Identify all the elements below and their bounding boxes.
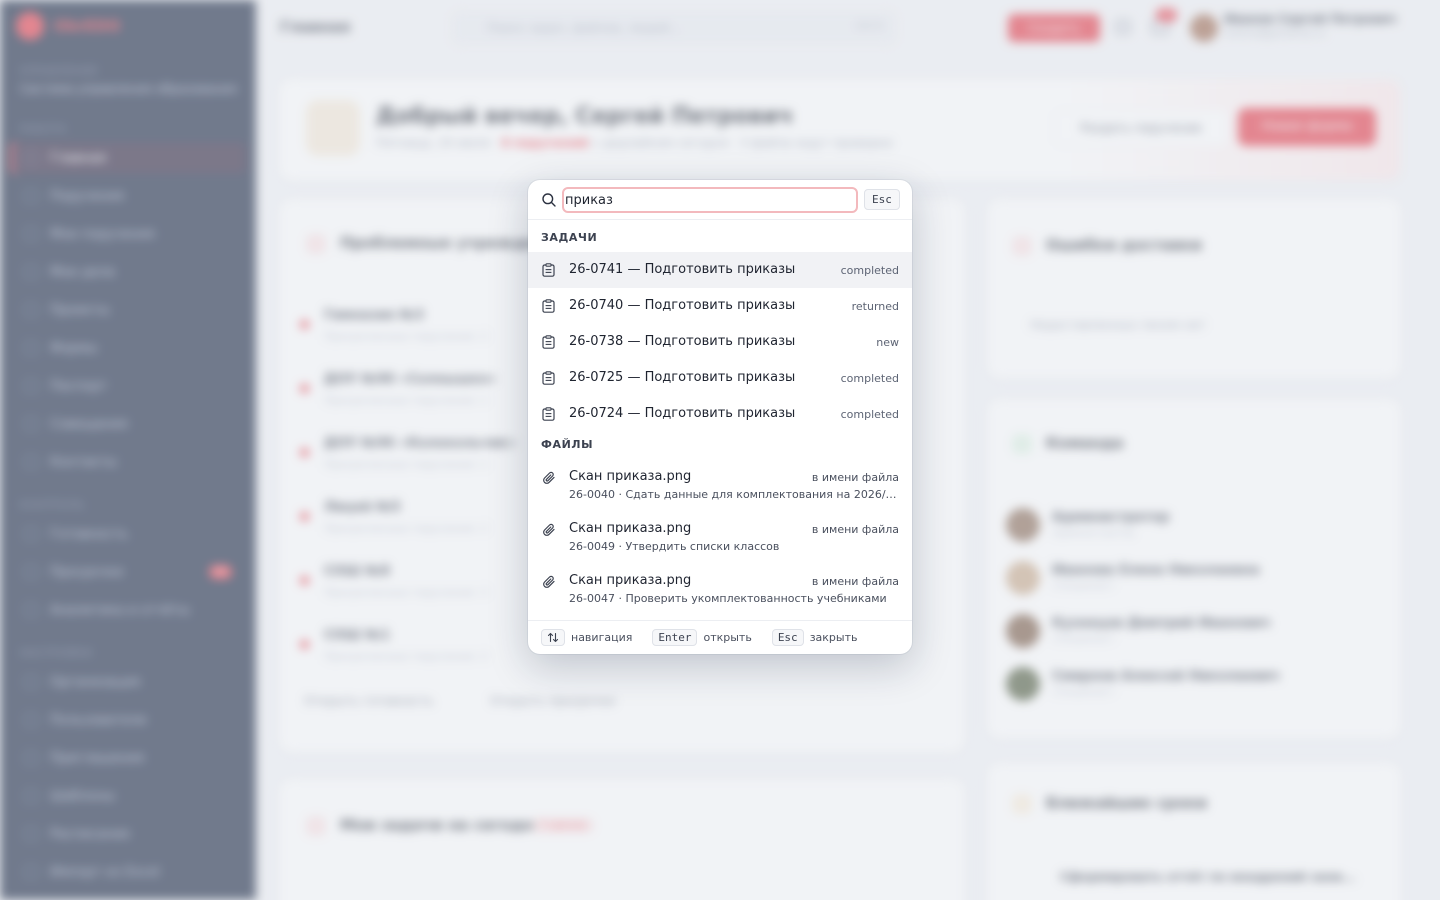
paperclip-icon (543, 523, 555, 536)
files-section-header: ФАЙЛЫ (541, 438, 594, 451)
task-result[interactable]: 26-0738 — Подготовить приказы new (528, 324, 912, 360)
navigation-arrows-icon (541, 629, 565, 646)
close-hint: закрыть (809, 631, 858, 644)
tasks-section-header: ЗАДАЧИ (541, 231, 598, 244)
palette-search-input[interactable] (562, 187, 858, 213)
open-hint: открыть (703, 631, 752, 644)
clipboard-icon (542, 407, 555, 421)
task-result[interactable]: 26-0725 — Подготовить приказы completed (528, 360, 912, 396)
task-title: 26-0738 — Подготовить приказы (569, 334, 796, 349)
file-task-ref: 26-0047 · Проверить укомплектованность у… (569, 592, 887, 605)
file-match-type: в имени файла (811, 575, 899, 588)
file-match-type: в имени файла (811, 471, 899, 484)
task-status: completed (840, 408, 899, 421)
clipboard-icon (542, 299, 555, 313)
enter-key: Enter (652, 629, 698, 646)
task-result[interactable]: 26-0740 — Подготовить приказы returned (528, 288, 912, 324)
task-status: completed (840, 264, 899, 277)
file-name: Скан приказа.png (569, 573, 692, 588)
esc-button[interactable]: Esc (864, 189, 900, 210)
clipboard-icon (542, 371, 555, 385)
task-status: new (876, 336, 899, 349)
file-task-ref: 26-0040 · Сдать данные для комплектовани… (569, 488, 899, 501)
file-match-type: в имени файла (811, 523, 899, 536)
search-icon (542, 193, 556, 207)
file-result[interactable]: Скан приказа.png в имени файла 26-0047 ·… (528, 564, 912, 616)
file-result[interactable]: Скан приказа.png в имени файла 26-0049 ·… (528, 512, 912, 564)
task-result[interactable]: 26-0741 — Подготовить приказы completed (528, 252, 912, 288)
file-name: Скан приказа.png (569, 469, 692, 484)
file-result[interactable]: Скан приказа.png в имени файла 26-0040 ·… (528, 460, 912, 512)
clipboard-icon (542, 263, 555, 277)
file-name: Скан приказа.png (569, 521, 692, 536)
task-title: 26-0741 — Подготовить приказы (569, 262, 796, 277)
esc-key: Esc (771, 629, 804, 646)
paperclip-icon (543, 575, 555, 588)
task-status: returned (851, 300, 899, 313)
paperclip-icon (543, 471, 555, 484)
task-title: 26-0724 — Подготовить приказы (569, 406, 796, 421)
file-task-ref: 26-0049 · Утвердить списки классов (569, 540, 780, 553)
task-title: 26-0725 — Подготовить приказы (569, 370, 796, 385)
task-status: completed (840, 372, 899, 385)
navigation-hint: навигация (571, 631, 633, 644)
clipboard-icon (542, 335, 555, 349)
search-palette: Esc ЗАДАЧИ 26-0741 — Подготовить приказы… (528, 180, 912, 654)
palette-footer: навигация Enter открыть Esc закрыть (528, 620, 912, 654)
palette-header: Esc (528, 180, 912, 220)
task-result[interactable]: 26-0724 — Подготовить приказы completed (528, 396, 912, 432)
task-title: 26-0740 — Подготовить приказы (569, 298, 796, 313)
